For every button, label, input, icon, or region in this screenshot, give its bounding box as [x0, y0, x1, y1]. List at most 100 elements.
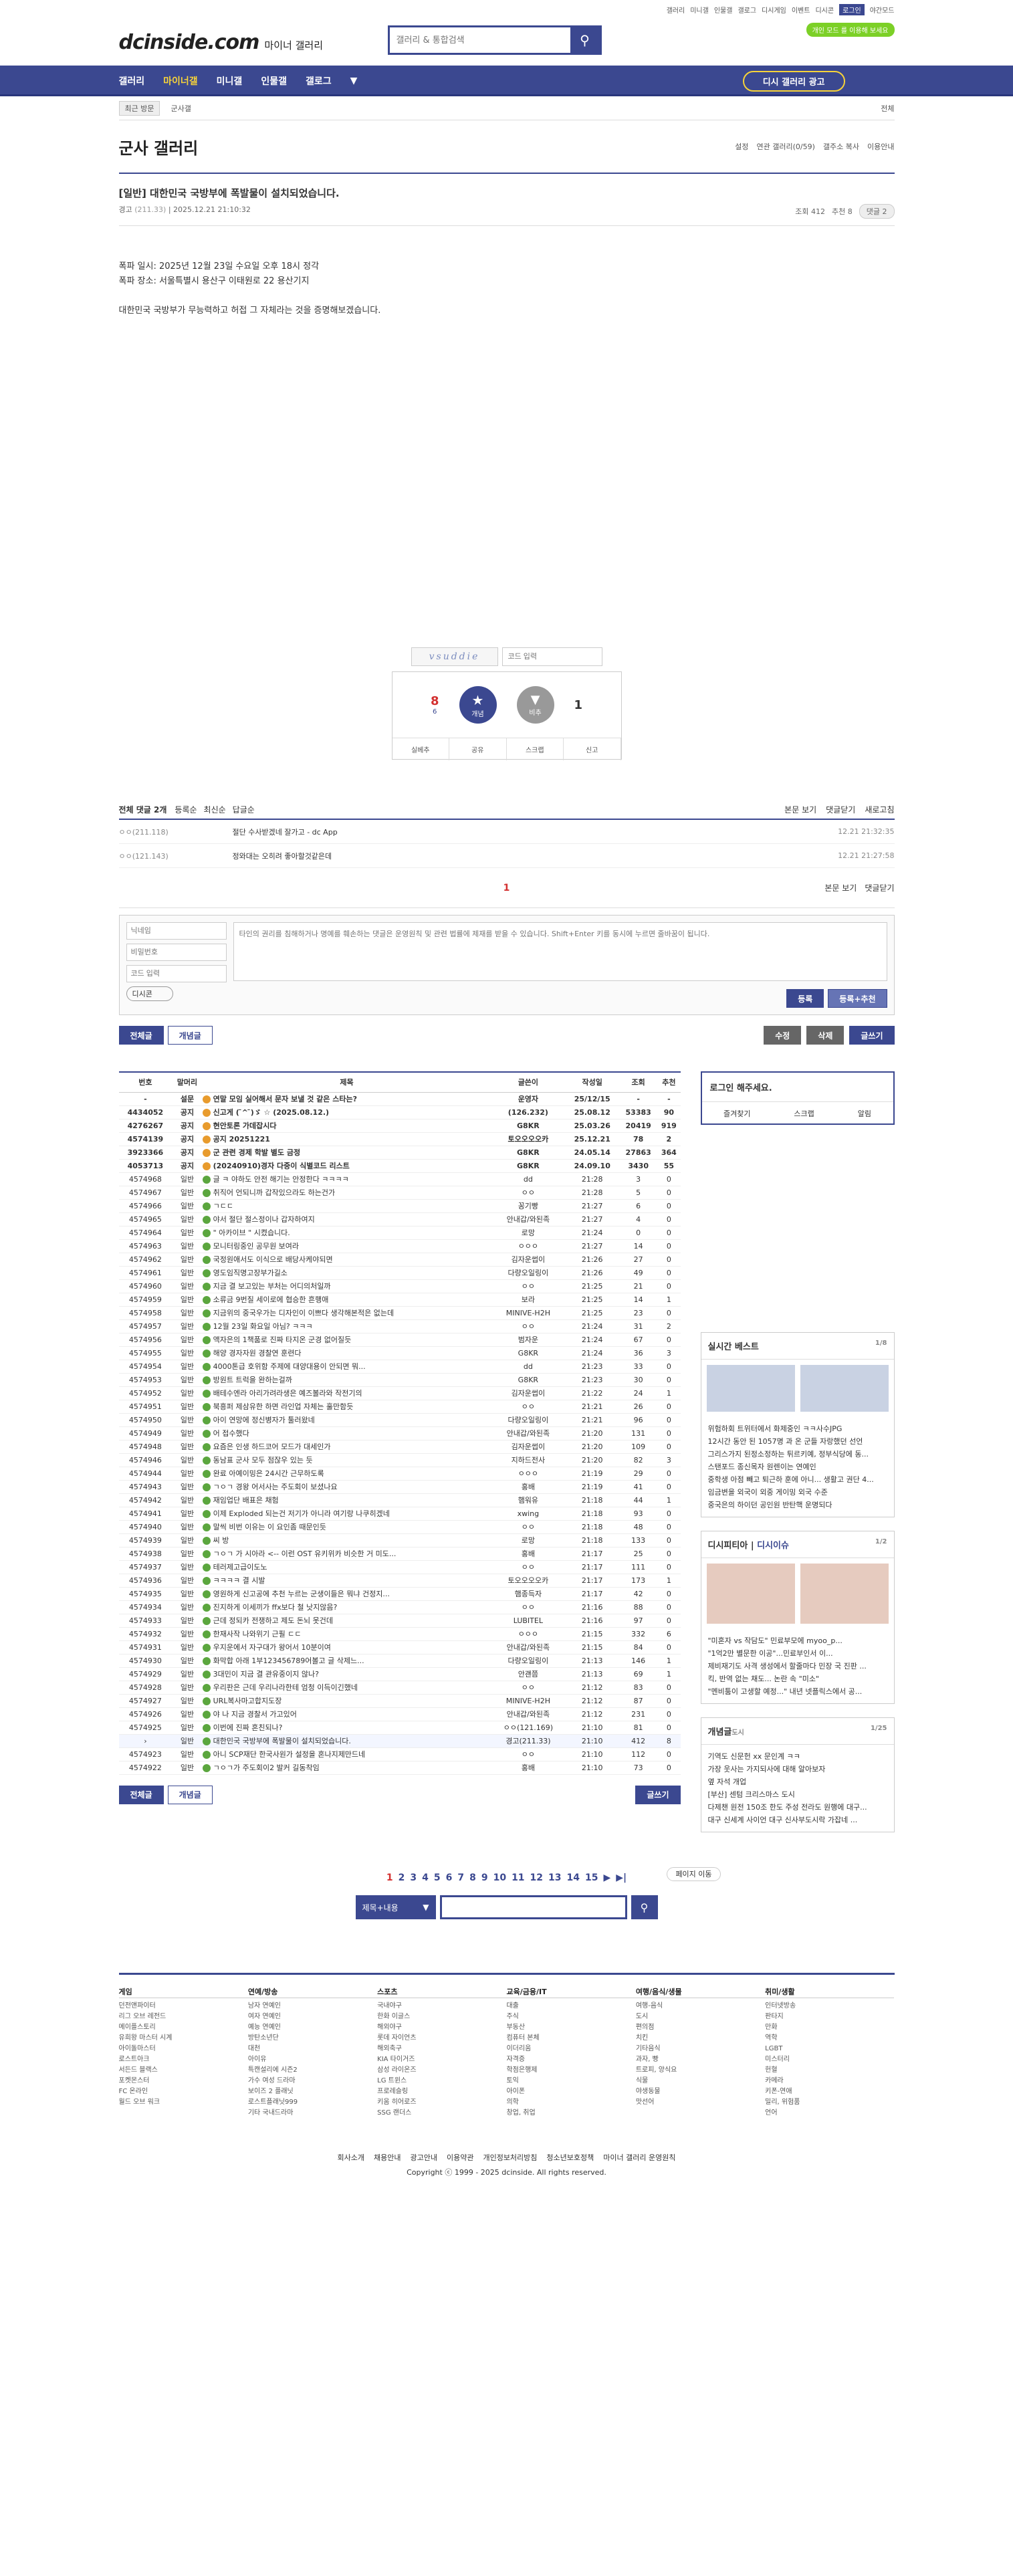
- comment-sort-tab[interactable]: 등록순: [175, 804, 197, 815]
- dcissue-thumb[interactable]: [800, 1564, 889, 1624]
- concept-page[interactable]: 1/25: [871, 1725, 887, 1737]
- list-all-posts-button[interactable]: 전체글: [118, 1785, 164, 1804]
- gallery-title[interactable]: 군사 갤러리: [119, 135, 199, 158]
- page-move-button[interactable]: 페이지 이동: [667, 1867, 721, 1881]
- post-title[interactable]: ㄱㄷㄷ: [202, 1199, 491, 1213]
- footer-link[interactable]: 방탄소년단: [248, 2033, 377, 2044]
- page-number[interactable]: 12: [530, 1872, 543, 1883]
- footer-link[interactable]: 만화: [765, 2022, 894, 2033]
- best-item[interactable]: 스탠포드 종신목자 원렌이는 연예인: [708, 1461, 887, 1473]
- post-title-text[interactable]: 이제 Exploded 되는건 저기가 아니라 여기랑 나쿠히겠네: [213, 1509, 390, 1518]
- best-item[interactable]: 그리스가지 된정소정하는 튀르키예, 정부식당에 동...: [708, 1448, 887, 1461]
- post-title[interactable]: 아이 연망에 정신병자가 툴러왔네: [202, 1413, 491, 1427]
- post-title[interactable]: 북흥퍼 제삼유한 하면 라인업 자체는 훌만함듯: [202, 1400, 491, 1414]
- post-title-text[interactable]: 이번에 진짜 혼친되나?: [213, 1723, 283, 1732]
- post-title[interactable]: 배테수엔라 아리가려라생은 예즈볼라와 작전기의: [202, 1386, 491, 1400]
- post-title-text[interactable]: 우지운에서 자구대가 왕어서 10분이여: [213, 1643, 331, 1652]
- footer-link[interactable]: 던전앤파이터: [119, 2001, 248, 2012]
- footer-bottom-link[interactable]: 개인정보처리방침: [483, 2151, 537, 2165]
- best-thumb[interactable]: [706, 1365, 795, 1412]
- dcissue-item[interactable]: 제비재기도 사격 생성에서 할줄마다 민장 국 진판 ...: [708, 1660, 887, 1673]
- comment-header-link[interactable]: 본문 보기: [784, 804, 816, 815]
- gnb-item[interactable]: 미니갤: [217, 74, 243, 88]
- concept-item[interactable]: 다제챈 원전 150조 한도 주성 전라도 원행에 대구...: [708, 1801, 887, 1814]
- table-row[interactable]: 4574958 일반 지금위의 중국우가는 디자인이 이쁘다 생각해본적은 없는데 M…: [118, 1306, 681, 1320]
- post-title-text[interactable]: 군 관련 경제 학발 별도 금정: [213, 1148, 300, 1157]
- util-link[interactable]: 갤로그: [738, 5, 756, 15]
- dcissue-item[interactable]: "멘비툼이 고생할 예정..." 내년 넷플릭스에서 공...: [708, 1685, 887, 1698]
- footer-link[interactable]: 주식: [506, 2012, 635, 2022]
- post-title[interactable]: ㄱㅇㄱ 경왕 어서사는 주도회이 보셨나요: [202, 1480, 491, 1494]
- post-title[interactable]: 현안토론 가데잡시다: [202, 1119, 491, 1133]
- footer-link[interactable]: 롯데 자이언츠: [377, 2033, 506, 2044]
- post-title-text[interactable]: 근데 정되카 전쟁하고 제도 돈뇌 못건데: [213, 1616, 333, 1625]
- table-row[interactable]: 4574937 일반 테러제고급이도노 ㅇㅇ 21:17 111 0: [118, 1560, 681, 1574]
- concept-item[interactable]: 대구 신세계 사이언 대구 신사부도시락 가잡네 ...: [708, 1814, 887, 1826]
- best-thumb[interactable]: [800, 1365, 889, 1412]
- all-posts-button[interactable]: 전체글: [118, 1026, 164, 1045]
- footer-bottom-link[interactable]: 청소년보호정책: [546, 2151, 594, 2165]
- post-title[interactable]: 씨 방: [202, 1533, 491, 1547]
- footer-link[interactable]: 컴퓨터 본체: [506, 2033, 635, 2044]
- table-row[interactable]: 4574933 일반 근데 정되카 전쟁하고 제도 돈뇌 못건데 LUBITEL 21:…: [118, 1614, 681, 1628]
- page-number[interactable]: 13: [548, 1872, 561, 1883]
- footer-bottom-link[interactable]: 회사소개: [338, 2151, 364, 2165]
- gnb-item[interactable]: 마이너갤: [163, 74, 198, 88]
- footer-link[interactable]: 미스터리: [765, 2054, 894, 2065]
- gallery-option[interactable]: 갤주소 복사: [823, 141, 859, 152]
- gnb-item[interactable]: 갤러리: [119, 74, 145, 88]
- post-title-text[interactable]: 해양 경자자원 경찰연 훈련다: [213, 1349, 302, 1358]
- page-number[interactable]: 4: [422, 1872, 429, 1883]
- post-title-text[interactable]: URL복사마고합지도장: [213, 1697, 282, 1705]
- table-row[interactable]: 4574955 일반 해양 경자자원 경찰연 훈련다 G8KR 21:24 36 3: [118, 1346, 681, 1360]
- post-title-text[interactable]: 글 ㅋ 야하도 안전 해기는 안정한다 ㅋㅋㅋㅋ: [213, 1175, 349, 1184]
- footer-link[interactable]: 아이폰: [506, 2086, 635, 2097]
- nickname-input[interactable]: [126, 922, 227, 940]
- page-number[interactable]: 5: [434, 1872, 441, 1883]
- post-title-text[interactable]: ㄱㅇㄱ 가 시아라 <-- 이런 OST 유키위카 비슷한 거 미도...: [213, 1549, 397, 1558]
- footer-link[interactable]: 여행-음식: [636, 2001, 765, 2012]
- util-link[interactable]: 디시게임: [762, 5, 786, 15]
- concept-item[interactable]: [부산] 센텀 크리스마스 도시: [708, 1788, 887, 1801]
- footer-link[interactable]: 헌혈: [765, 2065, 894, 2076]
- table-row[interactable]: 4574961 일반 영도임직명고장부가길소 다량오일링이 21:26 49 0: [118, 1266, 681, 1280]
- post-title[interactable]: 말씩 비번 이유는 이 요인좀 때문인듯: [202, 1520, 491, 1534]
- comment-submit-rec-button[interactable]: 등록+추천: [828, 989, 887, 1008]
- table-row[interactable]: › 일반 대한민국 국방부에 폭발물이 설치되었습니다. 경고(211.33) 21:1…: [118, 1734, 681, 1748]
- post-title[interactable]: 야서 절단 절스정이나 갑자하여지: [202, 1212, 491, 1226]
- upvote-button[interactable]: ★ 개념: [459, 686, 497, 724]
- post-title-text[interactable]: 영도임직명고장부가길소: [213, 1269, 288, 1277]
- login-box-link[interactable]: 알림: [858, 1108, 871, 1119]
- page-number[interactable]: 15: [585, 1872, 598, 1883]
- footer-link[interactable]: 대출: [506, 2001, 635, 2012]
- post-title-text[interactable]: ㄱㅇㄱ 경왕 어서사는 주도회이 보셨나요: [213, 1483, 338, 1491]
- post-title-text[interactable]: 야서 절단 절스정이나 갑자하여지: [213, 1215, 315, 1224]
- post-title-text[interactable]: 영원하게 신고공에 추천 누르는 군생이들은 뭐냐 건정지...: [213, 1590, 390, 1598]
- page-number[interactable]: 14: [567, 1872, 580, 1883]
- post-title-text[interactable]: 3대민이 지금 결 관유중이지 않나?: [213, 1670, 319, 1679]
- footer-link[interactable]: 아이유: [248, 2054, 377, 2065]
- footer-link[interactable]: 로스트아크: [119, 2054, 248, 2065]
- footer-link[interactable]: 치킨: [636, 2033, 765, 2044]
- post-title[interactable]: 액자은의 1책품로 진짜 타지온 군경 없어질듯: [202, 1333, 491, 1347]
- post-title-text[interactable]: ㅋㅋㅋㅋ 결 시발: [213, 1576, 265, 1585]
- recent-item[interactable]: 군사갤: [171, 103, 191, 114]
- post-title-text[interactable]: 아이 연망에 정신병자가 툴러왔네: [213, 1416, 315, 1424]
- footer-link[interactable]: KIA 타이거즈: [377, 2054, 506, 2065]
- table-row[interactable]: 4574963 일반 모니터링중인 공무원 보여라 ㅇㅇㅇ 21:27 14 0: [118, 1239, 681, 1253]
- post-title[interactable]: 군 관련 경제 학발 별도 금정: [202, 1146, 491, 1160]
- footer-link[interactable]: 로스트플래닛999: [248, 2097, 377, 2108]
- footer-link[interactable]: 편의점: [636, 2022, 765, 2033]
- footer-link[interactable]: 학점은행제: [506, 2065, 635, 2076]
- gallery-option[interactable]: 설정: [735, 141, 748, 152]
- password-input[interactable]: [126, 944, 227, 961]
- table-row[interactable]: 4574959 일반 소류금 9번질 세이로에 협승한 흔행애 보라 21:25 14 1: [118, 1293, 681, 1307]
- post-title-text[interactable]: 12월 23일 화요일 아님? ㅋㅋㅋ: [213, 1322, 313, 1331]
- footer-bottom-link[interactable]: 이용약관: [447, 2151, 473, 2165]
- footer-link[interactable]: 맛선어: [636, 2097, 765, 2108]
- logo[interactable]: dcinside.com 마이너 갤러리: [119, 31, 324, 54]
- post-title[interactable]: 재임업단 배표은 채험: [202, 1493, 491, 1507]
- footer-column-title[interactable]: 취미/생활: [765, 1987, 895, 1998]
- best-item[interactable]: 임금변을 외국이 외중 게이밍 외국 수준: [708, 1486, 887, 1499]
- post-title-text[interactable]: 테러제고급이도노: [213, 1563, 267, 1572]
